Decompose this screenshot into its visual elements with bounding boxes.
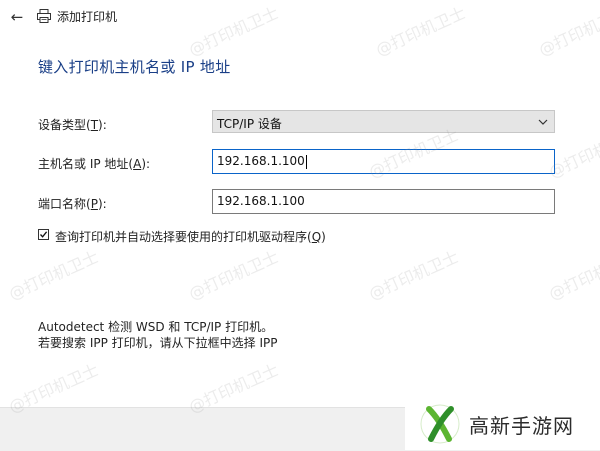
watermark: @打印机卫士 — [545, 247, 600, 304]
back-arrow-icon[interactable]: ← — [6, 6, 28, 28]
checkmark-icon — [40, 231, 48, 238]
text-caret — [305, 154, 307, 169]
window-title: 添加打印机 — [57, 10, 118, 24]
watermark: @打印机卫士 — [5, 247, 102, 304]
port-name-value: 192.168.1.100 — [217, 194, 305, 208]
printer-icon — [37, 9, 51, 23]
hostname-label: 主机名或 IP 地址(A): — [38, 157, 151, 171]
device-type-select[interactable]: TCP/IP 设备 — [212, 110, 555, 133]
hostname-value: 192.168.1.100 — [217, 154, 305, 168]
site-badge: 高新手游网 — [405, 393, 600, 450]
port-name-label: 端口名称(P): — [38, 197, 107, 211]
watermark: @打印机卫士 — [365, 247, 462, 304]
page-heading: 键入打印机主机名或 IP 地址 — [38, 58, 231, 76]
site-logo-icon — [420, 404, 460, 444]
device-type-value: TCP/IP 设备 — [217, 117, 282, 131]
title-bar: ← 添加打印机 — [0, 0, 600, 34]
watermark: @打印机卫士 — [185, 247, 282, 304]
hostname-input[interactable]: 192.168.1.100 — [212, 149, 555, 174]
port-name-input[interactable]: 192.168.1.100 — [212, 189, 555, 214]
chevron-down-icon — [538, 119, 548, 125]
site-badge-text: 高新手游网 — [469, 414, 574, 438]
info-line-2: 若要搜索 IPP 打印机，请从下拉框中选择 IPP — [38, 336, 278, 350]
device-type-label: 设备类型(T): — [38, 118, 107, 132]
query-printer-label[interactable]: 查询打印机并自动选择要使用的打印机驱动程序(Q) — [55, 228, 326, 245]
query-printer-checkbox[interactable] — [38, 229, 49, 240]
info-line-1: Autodetect 检测 WSD 和 TCP/IP 打印机。 — [38, 320, 274, 334]
